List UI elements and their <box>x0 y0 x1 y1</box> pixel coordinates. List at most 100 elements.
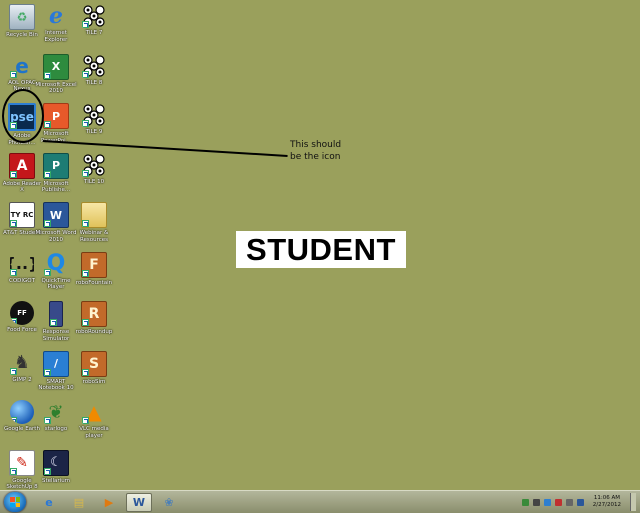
annotation-text: This should be the icon <box>290 139 360 163</box>
shortcut-arrow-icon <box>82 70 89 78</box>
word-icon: W <box>132 495 146 509</box>
folder-icon <box>81 202 107 228</box>
taskbar-button[interactable]: e <box>36 493 62 512</box>
tray-icon[interactable] <box>532 498 540 506</box>
quicktime-icon: Q <box>44 252 68 276</box>
shortcut-arrow-icon <box>44 220 51 227</box>
tray-icon[interactable] <box>521 498 529 506</box>
desktop-icon[interactable]: FroboFountain <box>74 251 114 300</box>
robosim-icon: S <box>81 350 107 377</box>
desktop-icon[interactable]: ❦ starlogo <box>36 400 76 448</box>
tray-icon[interactable] <box>565 498 573 506</box>
annotation-text-line1: This should <box>290 140 342 150</box>
desktop-icon-label: TILE 9 <box>85 129 103 135</box>
desktop-icon[interactable]: P Microsoft Publishe... <box>36 152 76 201</box>
desktop-icon-label: Webinar & Resources <box>79 230 109 243</box>
shortcut-arrow-icon <box>44 467 51 475</box>
tray-icon[interactable] <box>576 498 584 506</box>
paint-icon: ❀ <box>164 495 174 509</box>
code-braces-icon: {..} <box>10 252 34 276</box>
desktop-icon[interactable]: SroboSim <box>74 350 114 399</box>
system-tray: 11:06 AM 2/27/2012 <box>521 493 636 511</box>
internet-explorer-icon: e <box>45 495 53 509</box>
shortcut-arrow-icon <box>82 417 89 424</box>
shortcut-arrow-icon <box>10 170 17 178</box>
stellarium-icon: ☾ <box>43 449 69 476</box>
clock-date: 2/27/2012 <box>592 502 621 508</box>
desktop-icon-label: VLC media player <box>79 426 109 439</box>
desktop-icon[interactable]: Response Simulator <box>36 301 76 349</box>
desktop-icon[interactable]: / SMART Notebook 10 <box>36 350 76 399</box>
gimp-icon: ♞ <box>10 351 34 375</box>
show-desktop-button[interactable] <box>630 493 636 511</box>
tray-icon[interactable] <box>554 498 562 506</box>
shortcut-arrow-icon <box>82 220 89 227</box>
aol-opac-icon: e <box>10 54 34 78</box>
smart-notebook-icon: / <box>43 350 69 377</box>
robofountain-icon: F <box>81 251 107 278</box>
student-watermark: STUDENT <box>236 231 406 268</box>
taskbar-button[interactable]: ▤ <box>66 493 92 512</box>
shortcut-arrow-icon <box>50 319 57 326</box>
tile-puzzle-icon <box>82 4 106 28</box>
desktop-icon[interactable]: Webinar & Resources <box>74 202 114 250</box>
excel-icon: X <box>43 53 69 80</box>
desktop-icon-label: TILE 8 <box>85 79 103 86</box>
tray-icon[interactable] <box>543 498 551 506</box>
media-player-icon: ▶ <box>104 495 114 509</box>
tile-puzzle-icon <box>82 103 106 127</box>
shortcut-arrow-icon <box>44 368 51 376</box>
desktop-icon[interactable]: TILE 7 <box>74 4 114 52</box>
shortcut-arrow-icon <box>44 417 51 424</box>
internet-explorer-icon: e <box>49 4 63 28</box>
desktop-icon-label: TILE 10 <box>83 178 105 185</box>
response-simulator-icon <box>49 301 63 327</box>
clock[interactable]: 11:06 AM 2/27/2012 <box>593 495 621 509</box>
clock-time: 11:06 AM <box>593 495 620 501</box>
windows-logo-icon <box>10 497 20 507</box>
taskbar-button[interactable]: ▶ <box>96 493 122 512</box>
desktop-icon[interactable]: e Internet Explorer <box>36 4 76 52</box>
shortcut-arrow-icon <box>10 318 17 325</box>
shortcut-arrow-icon <box>82 368 89 376</box>
desktop-icon-label: roboSim <box>82 378 106 385</box>
tray-icons <box>521 498 584 506</box>
att-student-icon: TY RC <box>9 202 35 228</box>
shortcut-arrow-icon <box>82 120 89 127</box>
taskbar: e ▤ ▶ W ❀ 11:06 AM 2/27/2012 <box>0 490 640 513</box>
taskbar-button[interactable]: W <box>126 492 152 512</box>
sketchup-icon: ✎ <box>9 449 35 476</box>
word-icon: W <box>43 202 69 228</box>
shortcut-arrow-icon <box>82 269 89 277</box>
adobe-reader-icon: A <box>9 152 35 179</box>
annotation-circle <box>2 89 44 143</box>
desktop-icon[interactable]: W Microsoft Word 2010 <box>36 202 76 250</box>
desktop-icon[interactable]: TILE 8 <box>74 54 114 102</box>
start-button[interactable] <box>4 492 26 512</box>
shortcut-arrow-icon <box>44 71 51 79</box>
desktop-icon[interactable]: X Microsoft Excel 2010 <box>35 53 77 102</box>
shortcut-arrow-icon <box>82 319 89 326</box>
shortcut-arrow-icon <box>10 70 17 78</box>
publisher-icon: P <box>43 152 69 179</box>
desktop-icon[interactable]: ▲ VLC media player <box>74 400 114 448</box>
shortcut-arrow-icon <box>10 268 17 276</box>
taskbar-button[interactable]: ❀ <box>156 493 182 512</box>
google-earth-icon <box>10 400 34 424</box>
desktop-icon[interactable]: Q QuickTime Player <box>36 252 76 300</box>
shortcut-arrow-icon <box>82 21 89 28</box>
desktop-icon[interactable]: RroboRoundup <box>74 301 114 349</box>
shortcut-arrow-icon <box>44 268 51 276</box>
folder-icon: ▤ <box>73 495 85 509</box>
desktop-icon[interactable]: TILE 10 <box>74 153 114 201</box>
shortcut-arrow-icon <box>10 467 17 475</box>
shortcut-arrow-icon <box>82 169 89 177</box>
taskbar-pinned: e ▤ ▶ W ❀ <box>32 492 182 512</box>
desktop-icon-label: Stellarium <box>41 477 71 484</box>
roboroundup-icon: R <box>81 301 107 327</box>
recycle-bin-icon: ♻ <box>9 4 35 30</box>
food-force-icon: FF <box>10 301 34 325</box>
shortcut-arrow-icon <box>10 367 17 375</box>
desktop-icon-label: roboRoundup <box>75 329 113 335</box>
tile-puzzle-icon <box>82 153 106 177</box>
